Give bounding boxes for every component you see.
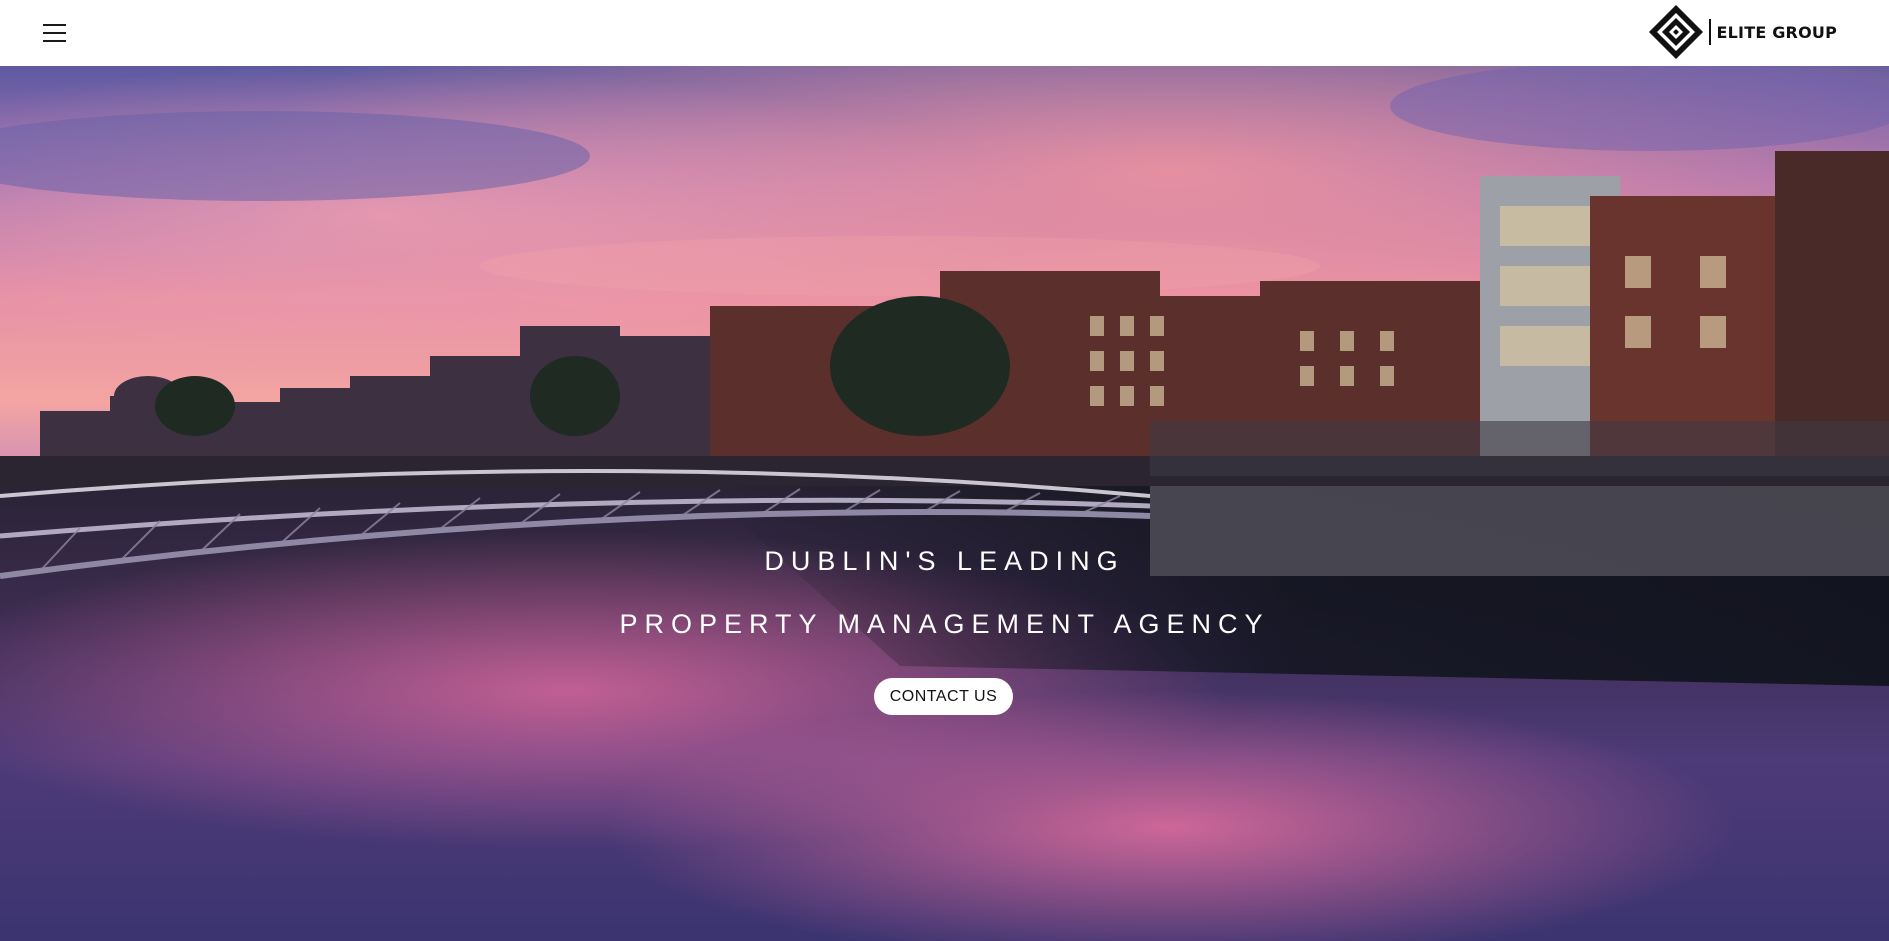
hero-headline-line1: DUBLIN'S LEADING	[764, 546, 1125, 576]
diamond-logo-icon	[1648, 5, 1703, 59]
hero-section: DUBLIN'S LEADING PROPERTY MANAGEMENT AGE…	[0, 66, 1889, 941]
brand-logo[interactable]: ELITE GROUP	[1647, 3, 1837, 61]
site-header: ELITE GROUP	[0, 0, 1889, 66]
brand-divider	[1708, 19, 1711, 45]
hero-background-image	[0, 66, 1889, 941]
brand-name: ELITE GROUP	[1716, 22, 1837, 42]
contact-us-button[interactable]: CONTACT US	[874, 678, 1013, 715]
hero-headline-line2: PROPERTY MANAGEMENT AGENCY	[619, 609, 1270, 639]
hamburger-menu-icon[interactable]	[42, 20, 68, 46]
